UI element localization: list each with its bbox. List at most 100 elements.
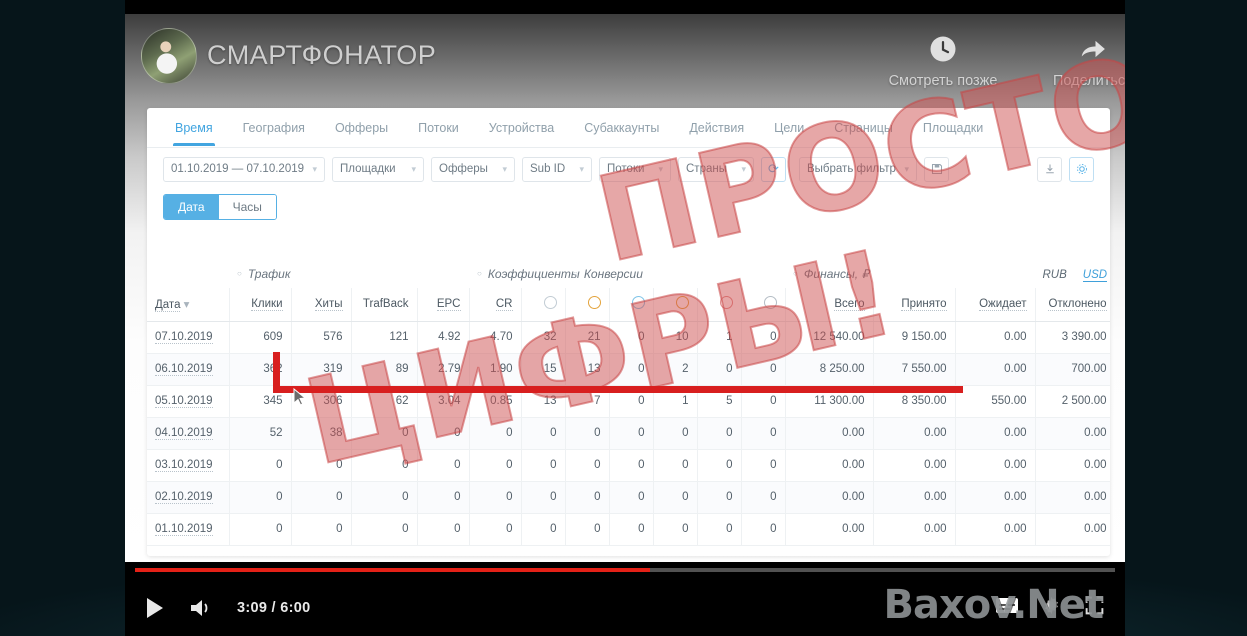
refresh-icon[interactable]: ⟳ bbox=[761, 156, 786, 182]
chevron-down-icon: ▾ bbox=[579, 163, 584, 174]
sites-filter-label: Площадки bbox=[340, 163, 396, 175]
tab-geography[interactable]: География bbox=[229, 110, 319, 145]
col-epc[interactable]: EPC bbox=[417, 288, 470, 322]
table-group-header-row: Трафик Коэффициенты Конверсии Финансы, ₽… bbox=[147, 260, 1110, 288]
cell-hits: 319 bbox=[291, 353, 352, 386]
cell-hits: 0 bbox=[291, 449, 352, 482]
table-row[interactable]: 02.10.2019 0 0 0 0 0 0 0 0 0 0 0 0.00 0.… bbox=[147, 481, 1110, 514]
cell-accepted: 0.00 bbox=[873, 481, 956, 514]
currency-switch[interactable]: RUB USD bbox=[1042, 269, 1108, 282]
cell-epc: 0 bbox=[417, 481, 470, 514]
col-clicks[interactable]: Клики bbox=[229, 288, 292, 322]
red-annotation-line bbox=[273, 352, 963, 393]
tab-goals[interactable]: Цели bbox=[760, 110, 818, 145]
col-cr[interactable]: CR bbox=[469, 288, 522, 322]
cell-awaiting: 0.00 bbox=[955, 481, 1036, 514]
table-header-row: Дата ▾ Клики Хиты TrafBack EPC CR Всего … bbox=[147, 288, 1110, 322]
filter-preset-label: Выбрать фильтр bbox=[807, 163, 896, 175]
granularity-date-button[interactable]: Дата bbox=[164, 195, 219, 219]
clock-icon bbox=[868, 34, 1018, 66]
cell-declined: 0.00 bbox=[1035, 513, 1110, 546]
col-accepted[interactable]: Принято bbox=[873, 288, 956, 322]
cell-conv6: 0 bbox=[741, 417, 786, 450]
group-traffic: Трафик bbox=[229, 260, 469, 288]
offers-filter[interactable]: Офферы ▾ bbox=[431, 156, 515, 182]
cell-trafback: 0 bbox=[351, 449, 418, 482]
col-total[interactable]: Всего bbox=[785, 288, 874, 322]
col-awaiting[interactable]: Ожидает bbox=[955, 288, 1036, 322]
cell-accepted: 7 550.00 bbox=[873, 353, 956, 386]
table-row[interactable]: 06.10.2019 362 319 89 2.79 1.90 15 13 0 … bbox=[147, 353, 1110, 386]
cell-epc: 0 bbox=[417, 449, 470, 482]
cell-clicks: 0 bbox=[229, 449, 292, 482]
col-rejected-icon[interactable] bbox=[697, 288, 742, 322]
col-pending-icon[interactable] bbox=[521, 288, 566, 322]
col-trash-icon[interactable] bbox=[741, 288, 786, 322]
col-declined[interactable]: Отклонено bbox=[1035, 288, 1110, 322]
export-icon[interactable] bbox=[1037, 156, 1062, 182]
tab-subaccounts[interactable]: Субаккаунты bbox=[570, 110, 673, 145]
tab-streams[interactable]: Потоки bbox=[404, 110, 473, 145]
play-button[interactable] bbox=[145, 597, 165, 619]
streams-filter[interactable]: Потоки ▾ bbox=[599, 156, 671, 182]
video-top-letterbox bbox=[125, 0, 1125, 14]
table-row[interactable]: 01.10.2019 0 0 0 0 0 0 0 0 0 0 0 0.00 0.… bbox=[147, 513, 1110, 546]
filter-preset-select[interactable]: Выбрать фильтр ▾ bbox=[799, 156, 917, 182]
video-controls: 3:09 / 6:00 Baxov.Net bbox=[125, 562, 1125, 636]
cell-declined: 2 500.00 bbox=[1035, 385, 1110, 418]
cell-conv6: 0 bbox=[741, 321, 786, 354]
countries-filter[interactable]: Страны ▾ bbox=[678, 156, 754, 182]
table-row[interactable]: 07.10.2019 609 576 121 4.92 4.70 32 21 0… bbox=[147, 321, 1110, 354]
volume-button[interactable] bbox=[189, 597, 213, 619]
col-hold-icon[interactable] bbox=[609, 288, 654, 322]
cell-awaiting: 0.00 bbox=[955, 353, 1036, 386]
tab-offers[interactable]: Офферы bbox=[321, 110, 402, 145]
cell-conv5: 0 bbox=[697, 481, 742, 514]
col-hits[interactable]: Хиты bbox=[291, 288, 352, 322]
tab-sites[interactable]: Площадки bbox=[909, 110, 997, 145]
cell-conv4: 10 bbox=[653, 321, 698, 354]
progress-bar[interactable] bbox=[135, 568, 1115, 572]
col-trafback[interactable]: TrafBack bbox=[351, 288, 418, 322]
granularity-segmented-control[interactable]: Дата Часы bbox=[163, 194, 277, 220]
cell-total: 0.00 bbox=[785, 417, 874, 450]
currency-usd[interactable]: USD bbox=[1082, 269, 1108, 282]
col-date[interactable]: Дата ▾ bbox=[147, 288, 230, 322]
chevron-down-icon: ▾ bbox=[658, 163, 663, 174]
granularity-hours-button[interactable]: Часы bbox=[218, 195, 276, 219]
avatar[interactable] bbox=[141, 28, 197, 84]
settings-icon[interactable] bbox=[1069, 156, 1094, 182]
col-open-icon[interactable] bbox=[653, 288, 698, 322]
date-range-picker[interactable]: 01.10.2019 — 07.10.2019 ▾ bbox=[163, 156, 325, 182]
table-row[interactable]: 03.10.2019 0 0 0 0 0 0 0 0 0 0 0 0.00 0.… bbox=[147, 449, 1110, 482]
cell-epc: 4.92 bbox=[417, 321, 470, 354]
tab-time[interactable]: Время bbox=[161, 110, 227, 146]
sites-filter[interactable]: Площадки ▾ bbox=[332, 156, 424, 182]
currency-rub[interactable]: RUB bbox=[1042, 269, 1066, 281]
save-icon[interactable] bbox=[924, 156, 949, 182]
group-coefficients: Коэффициенты bbox=[469, 260, 580, 288]
group-conversions: Конверсии bbox=[565, 260, 785, 288]
cell-conv1: 0 bbox=[521, 481, 566, 514]
table-row[interactable]: 04.10.2019 52 38 0 0 0 0 0 0 0 0 0 0.00 … bbox=[147, 417, 1110, 450]
video-frame[interactable]: СМАРТФОНАТОР Смотреть позже Поделиться bbox=[125, 0, 1125, 636]
cell-date: 03.10.2019 bbox=[147, 449, 230, 482]
cell-conv5: 1 bbox=[697, 321, 742, 354]
cell-declined: 0.00 bbox=[1035, 449, 1110, 482]
cell-conv5: 0 bbox=[697, 417, 742, 450]
subid-filter[interactable]: Sub ID ▾ bbox=[522, 156, 592, 182]
tab-pages[interactable]: Страницы bbox=[820, 110, 907, 145]
time-display: 3:09 / 6:00 bbox=[237, 600, 311, 616]
streams-filter-label: Потоки bbox=[607, 163, 645, 175]
share-button[interactable]: Поделиться bbox=[1018, 34, 1125, 90]
cell-date: 01.10.2019 bbox=[147, 513, 230, 546]
cell-hits: 576 bbox=[291, 321, 352, 354]
stats-table: Трафик Коэффициенты Конверсии Финансы, ₽… bbox=[147, 260, 1110, 546]
watch-later-button[interactable]: Смотреть позже bbox=[868, 34, 1018, 90]
cell-conv2: 13 bbox=[565, 353, 610, 386]
tab-actions[interactable]: Действия bbox=[675, 110, 758, 145]
col-approved-icon[interactable] bbox=[565, 288, 610, 322]
tab-devices[interactable]: Устройства bbox=[475, 110, 568, 145]
cell-conv5: 0 bbox=[697, 513, 742, 546]
site-watermark: Baxov.Net bbox=[883, 582, 1104, 628]
